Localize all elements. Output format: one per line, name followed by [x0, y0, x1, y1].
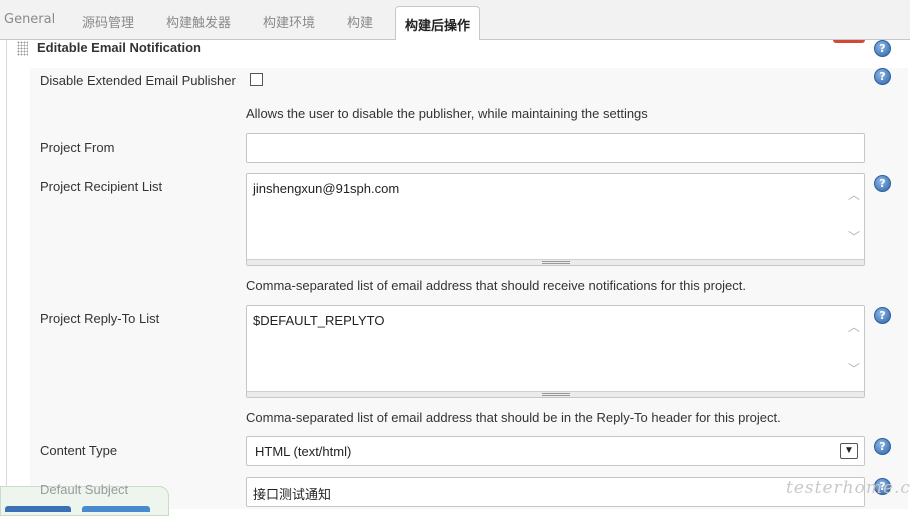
reply-to-value: $DEFAULT_REPLYTO — [253, 313, 385, 328]
grip-icon — [542, 261, 570, 264]
recipient-list-textarea[interactable]: jinshengxun@91sph.com ︿ ﹀ — [246, 173, 865, 266]
reply-to-textarea[interactable]: $DEFAULT_REPLYTO ︿ ﹀ — [246, 305, 865, 398]
project-from-input[interactable] — [246, 133, 865, 163]
scroll-down-icon[interactable]: ﹀ — [847, 230, 861, 244]
tab-general[interactable]: General — [4, 12, 55, 32]
tab-post-build-actions[interactable]: 构建后操作 — [395, 6, 481, 41]
scroll-down-icon[interactable]: ﹀ — [847, 362, 861, 376]
reply-to-label: Project Reply-To List — [40, 311, 160, 326]
delete-button[interactable] — [833, 40, 865, 43]
help-icon[interactable]: ? — [874, 68, 891, 85]
tab-build[interactable]: 构建 — [347, 12, 373, 32]
content-type-select[interactable]: HTML (text/html) ▼ — [246, 436, 865, 466]
content-type-value: HTML (text/html) — [255, 444, 352, 459]
help-icon[interactable]: ? — [874, 307, 891, 324]
panel-border — [6, 40, 7, 509]
project-from-label: Project From — [40, 140, 115, 155]
recipient-list-value: jinshengxun@91sph.com — [253, 181, 400, 196]
scroll-up-icon[interactable]: ︿ — [847, 320, 861, 334]
section-title: Editable Email Notification — [37, 40, 201, 55]
help-icon[interactable]: ? — [874, 175, 891, 192]
recipient-list-description: Comma-separated list of email address th… — [246, 278, 747, 293]
help-icon[interactable]: ? — [874, 40, 891, 57]
drag-handle-icon[interactable] — [17, 41, 28, 56]
disable-publisher-checkbox[interactable] — [250, 73, 263, 86]
default-subject-input[interactable]: 接口测试通知 — [246, 477, 865, 507]
disable-publisher-label: Disable Extended Email Publisher — [40, 73, 236, 88]
watermark: testerhome.com — [786, 478, 910, 498]
chevron-down-icon[interactable]: ▼ — [840, 443, 858, 459]
disable-publisher-description: Allows the user to disable the publisher… — [246, 106, 648, 121]
apply-button[interactable] — [82, 506, 150, 512]
reply-to-description: Comma-separated list of email address th… — [246, 410, 781, 425]
save-button[interactable] — [5, 506, 71, 512]
help-icon[interactable]: ? — [874, 438, 891, 455]
recipient-list-label: Project Recipient List — [40, 179, 163, 194]
tab-bar: General 源码管理 构建触发器 构建环境 构建 构建后操作 — [0, 0, 910, 41]
tab-build-triggers[interactable]: 构建触发器 — [166, 12, 231, 32]
tab-source-code[interactable]: 源码管理 — [82, 12, 134, 32]
tab-build-environment[interactable]: 构建环境 — [263, 12, 315, 32]
resize-handle[interactable] — [247, 259, 864, 265]
resize-handle[interactable] — [247, 391, 864, 397]
default-subject-label: Default Subject — [40, 482, 129, 497]
scroll-up-icon[interactable]: ︿ — [847, 188, 861, 202]
grip-icon — [542, 393, 570, 396]
content-type-label: Content Type — [40, 443, 118, 458]
